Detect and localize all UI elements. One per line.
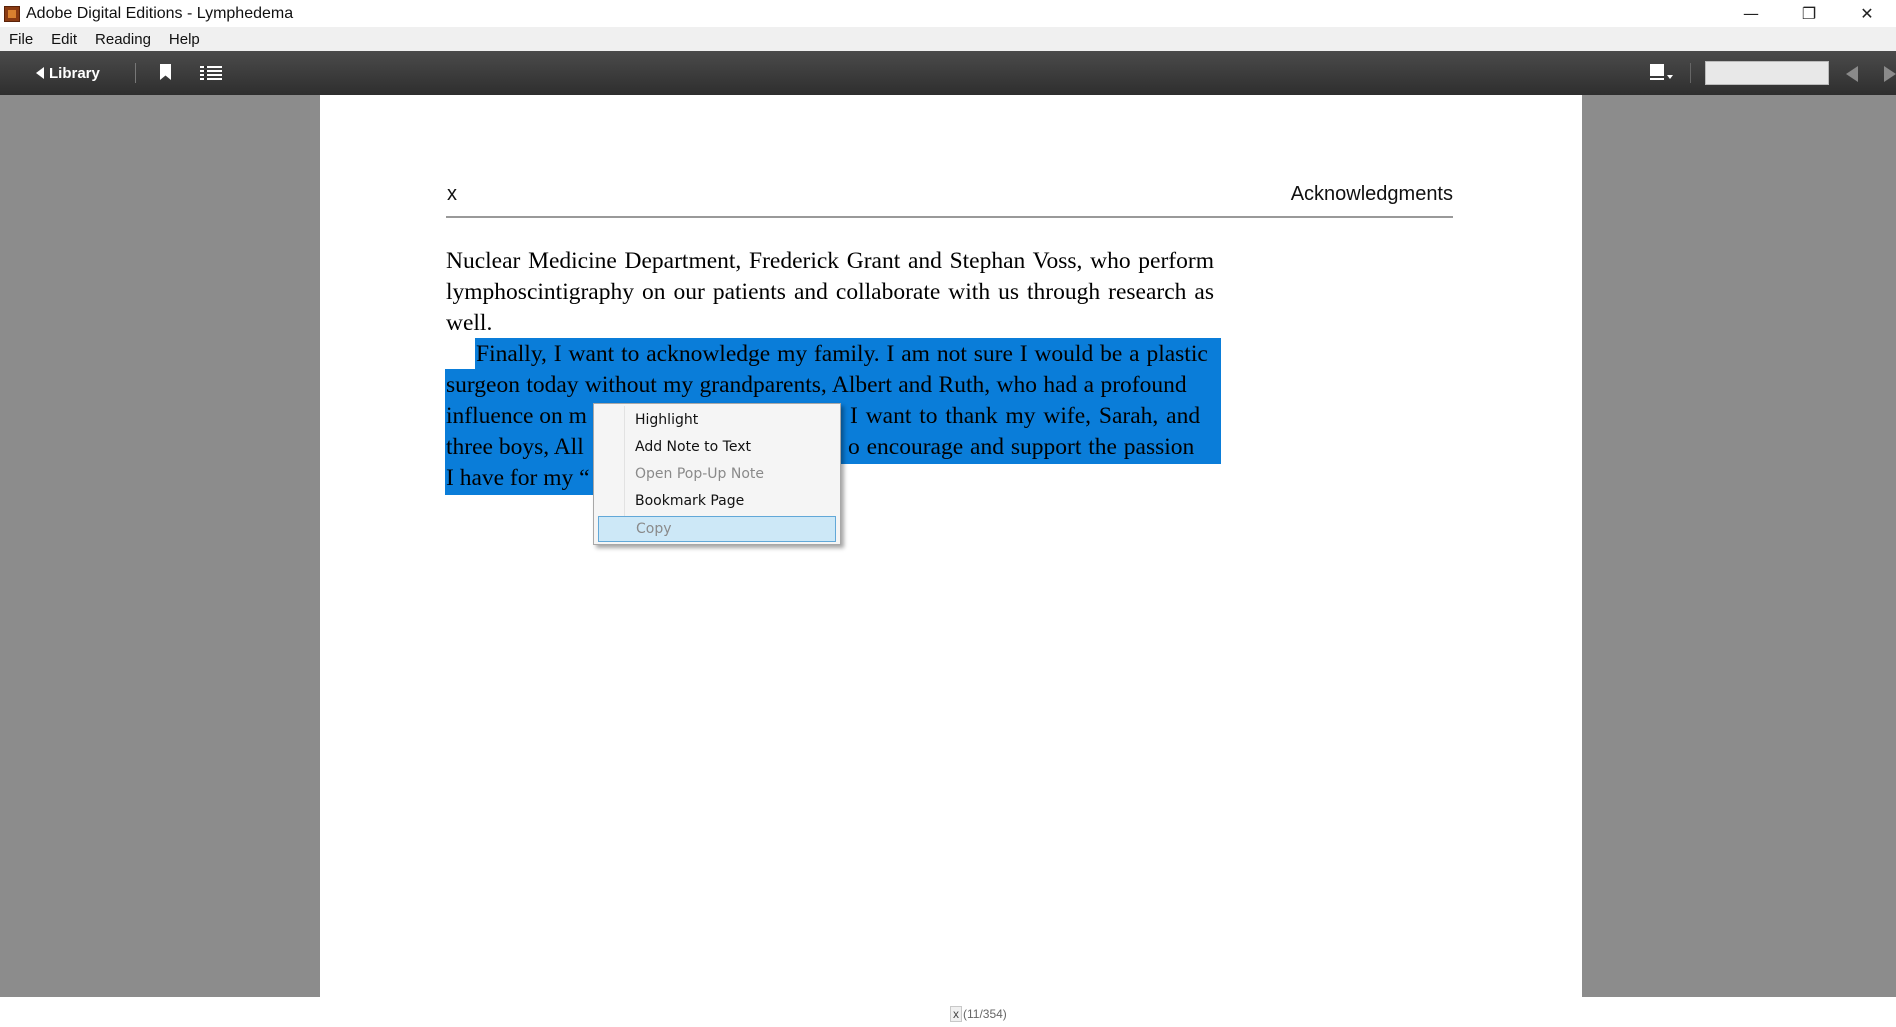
running-head: Acknowledgments bbox=[1290, 183, 1453, 205]
menu-item-copy[interactable]: Copy bbox=[598, 516, 836, 542]
toolbar: Library bbox=[0, 51, 1896, 95]
restore-button[interactable]: ❐ bbox=[1780, 0, 1838, 27]
minimize-button[interactable]: — bbox=[1722, 0, 1780, 27]
menu-item-highlight[interactable]: Highlight bbox=[598, 407, 836, 433]
paragraph[interactable]: Nuclear Medicine Department, Frederick G… bbox=[446, 246, 1214, 339]
back-arrow-icon bbox=[36, 67, 44, 79]
menu-item-bookmark-page[interactable]: Bookmark Page bbox=[598, 488, 836, 514]
window-controls: — ❐ ✕ bbox=[1722, 0, 1896, 27]
library-button[interactable]: Library bbox=[36, 62, 100, 84]
header-divider bbox=[446, 216, 1453, 218]
next-page-icon[interactable] bbox=[1884, 66, 1896, 82]
menu-item-add-note[interactable]: Add Note to Text bbox=[598, 434, 836, 460]
page-number-input[interactable] bbox=[1705, 61, 1829, 85]
menu-reading[interactable]: Reading bbox=[86, 31, 160, 48]
page-layout-icon[interactable] bbox=[1650, 64, 1673, 82]
bookmark-icon[interactable] bbox=[160, 64, 171, 80]
table-of-contents-icon[interactable] bbox=[200, 66, 222, 80]
menu-help[interactable]: Help bbox=[160, 31, 209, 48]
menu-item-open-popup-note: Open Pop-Up Note bbox=[635, 466, 765, 482]
menu-edit[interactable]: Edit bbox=[42, 31, 86, 48]
chapter-chip: x bbox=[950, 1006, 962, 1022]
title-bar: Adobe Digital Editions - Lymphedema — ❐ … bbox=[0, 0, 1896, 27]
menu-bar: File Edit Reading Help bbox=[0, 27, 1896, 51]
selected-line[interactable]: three boys, All bbox=[446, 432, 584, 463]
selected-line[interactable]: surgeon today without my grandparents, A… bbox=[446, 370, 1187, 401]
toolbar-divider bbox=[135, 63, 136, 83]
menu-file[interactable]: File bbox=[0, 31, 42, 48]
book-page: x Acknowledgments Nuclear Medicine Depar… bbox=[320, 95, 1582, 997]
selected-line[interactable]: I want to thank my wife, Sarah, and bbox=[850, 401, 1200, 432]
selected-line[interactable]: influence on m bbox=[446, 401, 587, 432]
status-bar: x (11/354) bbox=[0, 997, 1896, 1027]
context-menu: Highlight Add Note to Text Open Pop-Up N… bbox=[593, 403, 841, 545]
close-button[interactable]: ✕ bbox=[1838, 0, 1896, 27]
reading-position: x (11/354) bbox=[950, 1006, 1007, 1022]
page-position: (11/354) bbox=[963, 1007, 1007, 1021]
library-label: Library bbox=[49, 64, 100, 82]
app-logo-icon bbox=[4, 5, 20, 22]
previous-page-icon[interactable] bbox=[1846, 66, 1858, 82]
toolbar-divider bbox=[1690, 63, 1691, 83]
selected-line[interactable]: o encourage and support the passion bbox=[848, 432, 1194, 463]
window-title: Adobe Digital Editions - Lymphedema bbox=[26, 4, 294, 22]
selected-line[interactable]: I have for my “ bbox=[446, 463, 590, 494]
selected-line[interactable]: Finally, I want to acknowledge my family… bbox=[476, 339, 1208, 370]
page-number-header: x bbox=[447, 183, 457, 205]
